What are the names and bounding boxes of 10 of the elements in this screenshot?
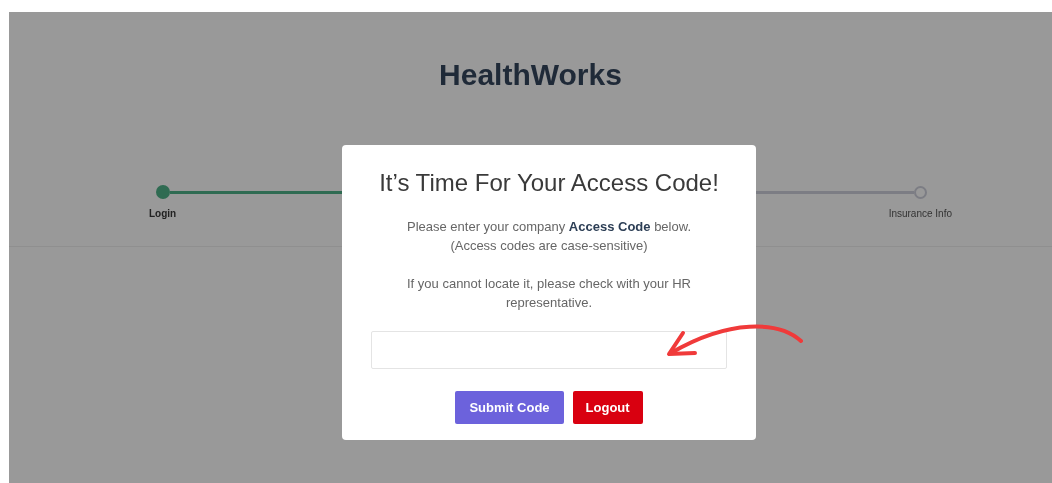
submit-button[interactable]: Submit Code — [455, 391, 564, 424]
instruction-text: Please enter your company Access Code below. — [406, 218, 692, 236]
dialog-title: It’s Time For Your Access Code! — [378, 169, 720, 197]
step-label: Login — [149, 208, 177, 219]
note-text: (Access codes are case-sensitive) — [449, 237, 649, 255]
logout-button[interactable]: Logout — [572, 391, 643, 424]
step-label: Insurance Info — [888, 208, 952, 219]
help-text: If you cannot locate it, please check with your HR representative. — [406, 275, 692, 312]
app-title: HealthWorks — [438, 58, 623, 92]
access-code-field[interactable] — [371, 331, 727, 369]
